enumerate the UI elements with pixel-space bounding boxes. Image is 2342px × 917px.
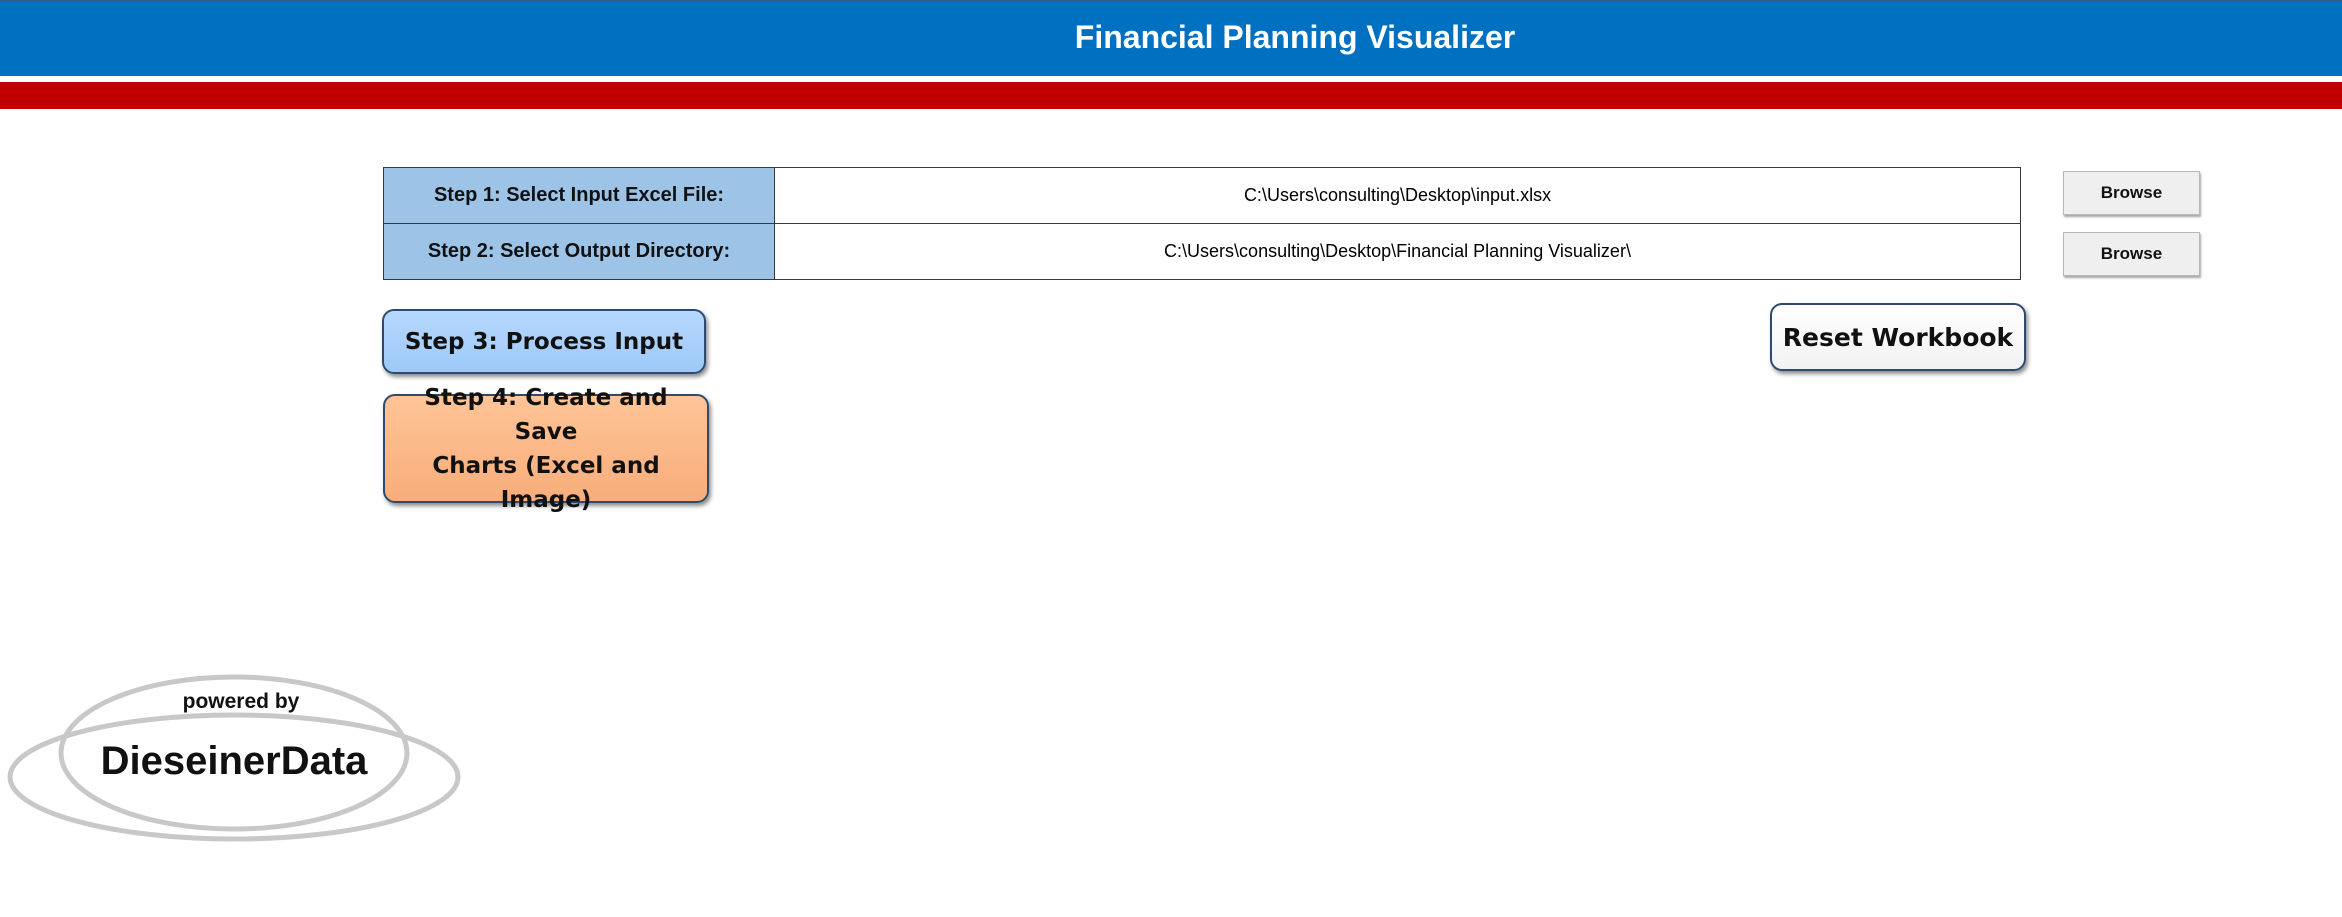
reset-workbook-label: Reset Workbook <box>1782 322 2014 352</box>
app-title: Financial Planning Visualizer <box>1074 19 1516 55</box>
worksheet-canvas: Financial Planning Visualizer Step 1: Se… <box>0 0 2342 917</box>
process-input-label: Step 3: Process Input <box>404 328 684 355</box>
accent-bar <box>0 82 2342 109</box>
reset-workbook-button[interactable]: Reset Workbook <box>1770 303 2026 371</box>
create-save-charts-label-line-2: Charts (Excel and Image) <box>432 452 660 513</box>
step-1-label: Step 1: Select Input Excel File: <box>383 167 775 224</box>
logo-brand-name: DieseinerData <box>100 739 368 783</box>
browse-output-directory-button[interactable]: Browse <box>2063 232 2200 276</box>
file-selection-table: Step 1: Select Input Excel File: C:\User… <box>383 167 2021 280</box>
create-save-charts-label-line-1: Step 4: Create and Save <box>424 384 668 445</box>
input-file-path-cell[interactable]: C:\Users\consulting\Desktop\input.xlsx <box>774 167 2021 224</box>
logo-powered-by-text: powered by <box>182 690 300 713</box>
process-input-button[interactable]: Step 3: Process Input <box>382 309 706 374</box>
create-save-charts-label: Step 4: Create and Save Charts (Excel an… <box>397 381 695 517</box>
create-save-charts-button[interactable]: Step 4: Create and Save Charts (Excel an… <box>383 385 709 513</box>
step-2-row: Step 2: Select Output Directory: C:\User… <box>383 223 2021 280</box>
step-2-label: Step 2: Select Output Directory: <box>383 223 775 280</box>
browse-input-file-button[interactable]: Browse <box>2063 171 2200 215</box>
dieseinerdata-logo: powered by DieseinerData <box>6 672 462 848</box>
output-directory-path-cell[interactable]: C:\Users\consulting\Desktop\Financial Pl… <box>774 223 2021 280</box>
title-bar: Financial Planning Visualizer <box>0 0 2342 76</box>
step-1-row: Step 1: Select Input Excel File: C:\User… <box>383 167 2021 224</box>
